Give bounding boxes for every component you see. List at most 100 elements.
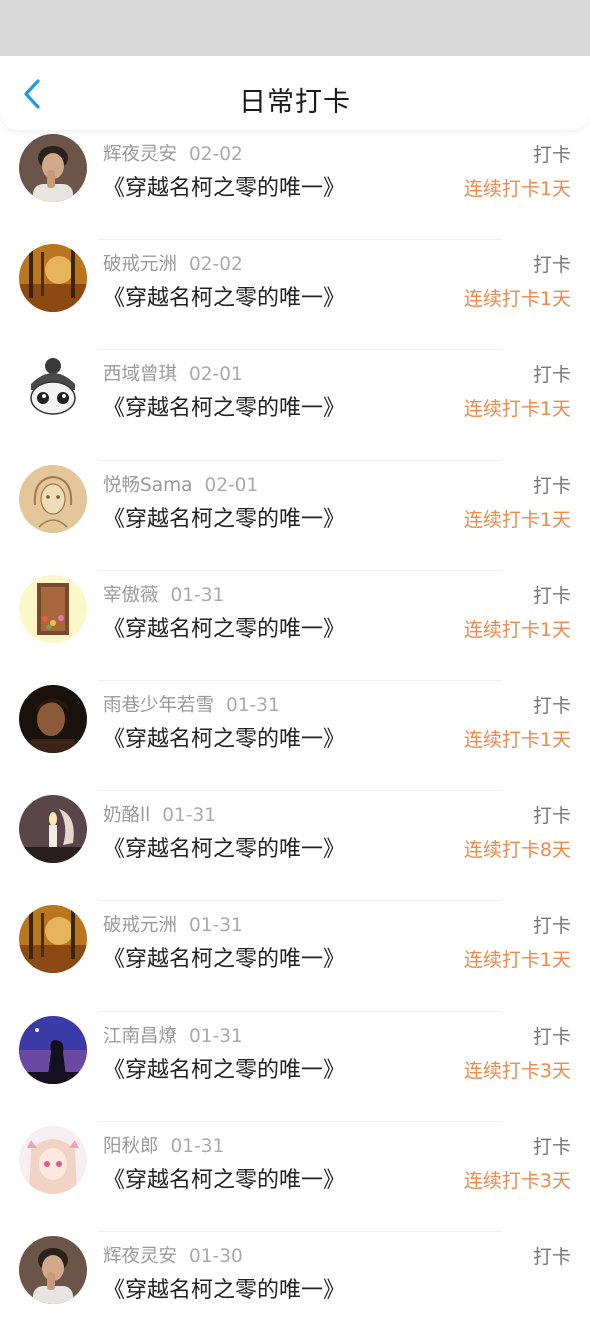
user-name-text: 奶酪ll bbox=[103, 805, 151, 827]
checkin-date: 01-31 bbox=[170, 1135, 225, 1157]
checkin-label: 打卡 bbox=[532, 474, 571, 497]
book-title: 《穿越名柯之零的唯一》 bbox=[103, 286, 346, 312]
user-name-text: 破戒元洲 bbox=[103, 254, 178, 276]
book-title: 《穿越名柯之零的唯一》 bbox=[103, 1277, 346, 1303]
checkin-date: 01-31 bbox=[189, 1025, 243, 1047]
checkin-date: 01-30 bbox=[189, 1245, 243, 1267]
checkin-date: 01-31 bbox=[189, 915, 243, 937]
list-item[interactable]: 悦畅Sama 02-01 《穿越名柯之零的唯一》 打卡 连续打卡1天 bbox=[0, 461, 590, 571]
checkin-date: 02-01 bbox=[189, 364, 243, 386]
user-name-text: 宰傲薇 bbox=[103, 584, 159, 606]
user-name: 辉夜灵安 01-30 bbox=[103, 1242, 243, 1268]
cartoon-character-avatar-icon bbox=[19, 354, 87, 423]
streak-count: 连续打卡8天 bbox=[463, 839, 571, 862]
streak-count: 连续打卡1天 bbox=[463, 949, 571, 972]
user-name: 破戒元洲 01-31 bbox=[103, 911, 243, 937]
portrait-avatar-icon bbox=[19, 1235, 87, 1304]
user-name: 宰傲薇 01-31 bbox=[103, 581, 224, 607]
avatar[interactable] bbox=[19, 1125, 87, 1194]
user-name-text: 江南昌燎 bbox=[103, 1025, 178, 1047]
dark-portrait-avatar-icon bbox=[19, 684, 87, 753]
nav-header: 日常打卡 bbox=[0, 56, 590, 130]
user-name: 阳秋郎 01-31 bbox=[103, 1132, 224, 1158]
avatar[interactable] bbox=[19, 574, 87, 643]
list-item[interactable]: 破戒元洲 01-31 《穿越名柯之零的唯一》 打卡 连续打卡1天 bbox=[0, 901, 590, 1012]
checkin-label: 打卡 bbox=[532, 805, 571, 828]
streak-count: 连续打卡1天 bbox=[463, 178, 571, 200]
book-title: 《穿越名柯之零的唯一》 bbox=[103, 506, 346, 532]
user-name: 辉夜灵安 02-02 bbox=[103, 140, 243, 166]
list-item[interactable]: 宰傲薇 01-31 《穿越名柯之零的唯一》 打卡 连续打卡1天 bbox=[0, 571, 590, 681]
list-item[interactable]: 破戒元洲 02-02 《穿越名柯之零的唯一》 打卡 连续打卡1天 bbox=[0, 240, 590, 351]
streak-count: 连续打卡1天 bbox=[463, 728, 571, 751]
checkin-list: 辉夜灵安 02-02 《穿越名柯之零的唯一》 打卡 连续打卡1天 破戒元洲 02-0… bbox=[0, 130, 590, 1342]
streak-count: 连续打卡3天 bbox=[463, 1059, 571, 1082]
checkin-date: 01-31 bbox=[162, 805, 217, 827]
book-title: 《穿越名柯之零的唯一》 bbox=[103, 1167, 346, 1193]
user-name-text: 破戒元洲 bbox=[103, 915, 178, 937]
list-item[interactable]: 雨巷少年若雪 01-31 《穿越名柯之零的唯一》 打卡 连续打卡1天 bbox=[0, 681, 590, 792]
user-name-text: 西域曾琪 bbox=[103, 364, 178, 386]
streak-count: 连续打卡3天 bbox=[463, 1169, 571, 1192]
book-title: 《穿越名柯之零的唯一》 bbox=[103, 396, 346, 422]
avatar[interactable] bbox=[19, 464, 87, 533]
list-item[interactable]: 江南昌燎 01-31 《穿越名柯之零的唯一》 打卡 连续打卡3天 bbox=[0, 1012, 590, 1122]
anime-girl-avatar-icon bbox=[19, 1125, 87, 1194]
user-name: 奶酪ll 01-31 bbox=[103, 801, 216, 827]
list-item[interactable]: 辉夜灵安 02-02 《穿越名柯之零的唯一》 打卡 连续打卡1天 bbox=[0, 130, 590, 241]
avatar[interactable] bbox=[19, 134, 87, 202]
list-item[interactable]: 奶酪ll 01-31 《穿越名柯之零的唯一》 打卡 连续打卡8天 bbox=[0, 791, 590, 902]
avatar[interactable] bbox=[19, 1015, 87, 1084]
checkin-date: 02-02 bbox=[189, 144, 243, 165]
checkin-label: 打卡 bbox=[532, 144, 571, 166]
checkin-label: 打卡 bbox=[532, 1245, 571, 1268]
checkin-date: 02-02 bbox=[189, 254, 243, 276]
book-title: 《穿越名柯之零的唯一》 bbox=[103, 616, 346, 642]
checkin-date: 02-01 bbox=[204, 474, 259, 496]
avatar[interactable] bbox=[19, 244, 87, 313]
checkin-label: 打卡 bbox=[532, 1135, 571, 1158]
avatar[interactable] bbox=[19, 684, 87, 753]
book-title: 《穿越名柯之零的唯一》 bbox=[103, 1057, 346, 1083]
checkin-label: 打卡 bbox=[532, 694, 571, 717]
user-name: 西域曾琪 02-01 bbox=[103, 360, 243, 386]
candle-hand-avatar-icon bbox=[19, 795, 87, 864]
avatar[interactable] bbox=[19, 905, 87, 974]
list-item[interactable]: 辉夜灵安 01-30 《穿越名柯之零的唯一》 打卡 bbox=[0, 1232, 590, 1342]
streak-count: 连续打卡1天 bbox=[463, 618, 571, 641]
book-title: 《穿越名柯之零的唯一》 bbox=[103, 947, 346, 973]
checkin-date: 01-31 bbox=[170, 584, 225, 606]
user-name: 悦畅Sama 02-01 bbox=[103, 471, 258, 497]
avatar[interactable] bbox=[19, 354, 87, 423]
checkin-label: 打卡 bbox=[532, 1025, 571, 1048]
book-title: 《穿越名柯之零的唯一》 bbox=[103, 837, 346, 863]
avatar[interactable] bbox=[19, 795, 87, 864]
sketch-girl-avatar-icon bbox=[19, 464, 87, 533]
user-name: 破戒元洲 02-02 bbox=[103, 250, 243, 276]
flower-window-avatar-icon bbox=[19, 574, 87, 643]
autumn-forest-avatar-icon bbox=[19, 244, 87, 313]
user-name-text: 辉夜灵安 bbox=[103, 1245, 178, 1267]
user-name-text: 悦畅Sama bbox=[103, 474, 193, 496]
user-name: 江南昌燎 01-31 bbox=[103, 1022, 243, 1048]
book-title: 《穿越名柯之零的唯一》 bbox=[103, 726, 346, 752]
streak-count: 连续打卡1天 bbox=[463, 288, 571, 311]
list-item[interactable]: 西域曾琪 02-01 《穿越名柯之零的唯一》 打卡 连续打卡1天 bbox=[0, 350, 590, 461]
avatar[interactable] bbox=[19, 1235, 87, 1304]
night-silhouette-avatar-icon bbox=[19, 1015, 87, 1084]
streak-count: 连续打卡1天 bbox=[463, 398, 571, 421]
portrait-avatar-icon bbox=[19, 134, 87, 202]
user-name-text: 雨巷少年若雪 bbox=[103, 694, 215, 716]
streak-count: 连续打卡1天 bbox=[463, 508, 571, 531]
checkin-date: 01-31 bbox=[226, 694, 280, 716]
user-name-text: 阳秋郎 bbox=[103, 1135, 159, 1157]
checkin-label: 打卡 bbox=[532, 364, 571, 387]
book-title: 《穿越名柯之零的唯一》 bbox=[103, 176, 346, 201]
user-name-text: 辉夜灵安 bbox=[103, 144, 178, 165]
status-bar bbox=[0, 0, 590, 56]
list-item[interactable]: 阳秋郎 01-31 《穿越名柯之零的唯一》 打卡 连续打卡3天 bbox=[0, 1122, 590, 1232]
autumn-forest-avatar-icon bbox=[19, 905, 87, 974]
checkin-label: 打卡 bbox=[532, 254, 571, 277]
page-title: 日常打卡 bbox=[239, 87, 351, 118]
user-name: 雨巷少年若雪 01-31 bbox=[103, 691, 280, 717]
